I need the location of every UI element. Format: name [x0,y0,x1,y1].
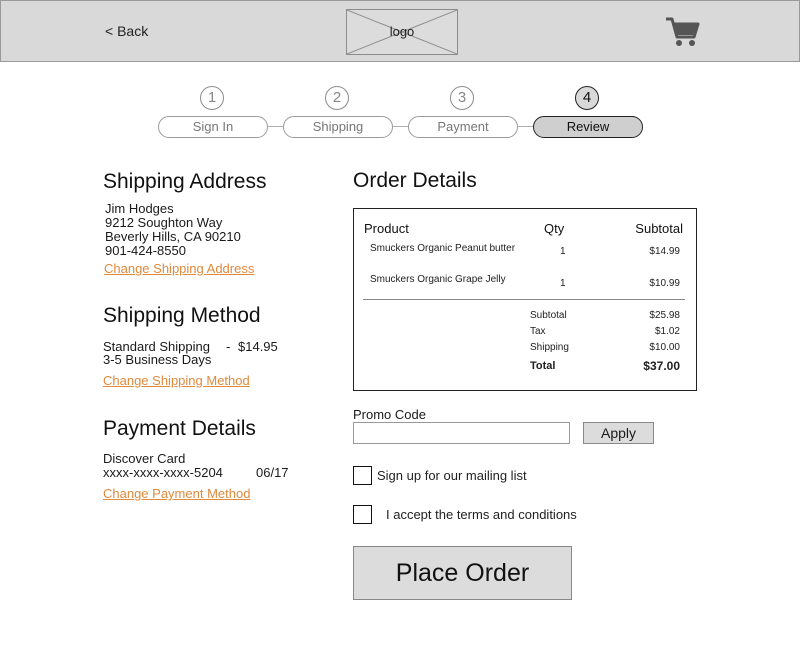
step-number-1: 1 [200,86,224,110]
top-header: < Back logo [0,0,800,62]
shipping-cost-label: Shipping [530,342,569,353]
shipping-method-price: $14.95 [238,339,278,354]
address-phone: 901-424-8550 [105,243,186,258]
step-connector [518,126,533,127]
payment-card-expiry: 06/17 [256,465,289,480]
step-number-2: 2 [325,86,349,110]
item-subtotal: $14.99 [649,246,680,257]
shipping-method-eta: 3-5 Business Days [103,352,212,367]
order-summary-table: Product Qty Subtotal Smuckers Organic Pe… [353,208,697,391]
total-label: Total [530,360,556,372]
shopping-cart-icon[interactable] [664,15,700,49]
logo-placeholder: logo [346,9,458,55]
step-shipping[interactable]: Shipping [283,116,393,138]
step-sign-in[interactable]: Sign In [158,116,268,138]
item-subtotal: $10.99 [649,278,680,289]
address-street: 9212 Soughton Way [105,215,223,230]
terms-checkbox[interactable] [353,505,372,524]
column-header-subtotal: Subtotal [635,221,683,236]
item-qty: 1 [560,246,566,257]
mailing-list-label: Sign up for our mailing list [377,468,527,483]
back-link[interactable]: < Back [105,23,148,39]
address-city: Beverly Hills, CA 90210 [105,229,241,244]
total-value: $37.00 [643,359,680,373]
address-name: Jim Hodges [105,201,174,216]
step-review[interactable]: Review [533,116,643,138]
payment-card-type: Discover Card [103,451,186,466]
item-product: Smuckers Organic Grape Jelly [370,274,506,285]
tax-value: $1.02 [654,326,680,337]
column-header-product: Product [364,221,409,236]
payment-details-title: Payment Details [103,417,256,440]
totals-divider [363,299,685,300]
terms-label: I accept the terms and conditions [386,507,577,522]
shipping-cost-value: $10.00 [649,342,680,353]
item-qty: 1 [560,278,566,289]
subtotal-label: Subtotal [530,310,567,321]
change-payment-method-link[interactable]: Change Payment Method [103,486,250,501]
change-shipping-address-link[interactable]: Change Shipping Address [104,261,254,276]
shipping-method-separator: - [226,339,231,354]
promo-code-input[interactable] [353,422,570,444]
apply-promo-button[interactable]: Apply [583,422,654,444]
change-shipping-method-link[interactable]: Change Shipping Method [103,373,250,388]
step-number-3: 3 [450,86,474,110]
column-header-qty: Qty [544,221,565,236]
payment-card-number: xxxx-xxxx-xxxx-5204 [103,465,223,480]
shipping-method-title: Shipping Method [103,304,261,327]
logo-text: logo [389,24,415,39]
step-connector [268,126,283,127]
place-order-button[interactable]: Place Order [353,546,572,600]
order-details-title: Order Details [353,169,477,192]
mailing-list-checkbox[interactable] [353,466,372,485]
step-number-4: 4 [575,86,599,110]
step-connector [393,126,408,127]
shipping-address-title: Shipping Address [103,170,267,193]
step-payment[interactable]: Payment [408,116,518,138]
tax-label: Tax [530,326,546,337]
promo-code-label: Promo Code [353,407,426,422]
subtotal-value: $25.98 [649,310,680,321]
item-product: Smuckers Organic Peanut butter [370,243,516,254]
